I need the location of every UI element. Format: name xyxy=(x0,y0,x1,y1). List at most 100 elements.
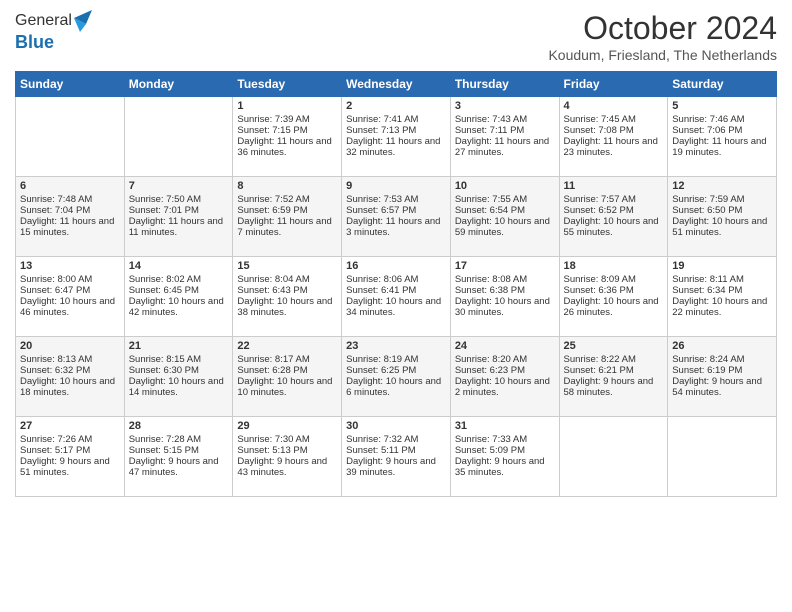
header-friday: Friday xyxy=(559,72,668,97)
cell-4-4: 31 Sunrise: 7:33 AM Sunset: 5:09 PM Dayl… xyxy=(450,417,559,497)
cell-0-3: 2 Sunrise: 7:41 AM Sunset: 7:13 PM Dayli… xyxy=(342,97,451,177)
sunset-text: Sunset: 6:30 PM xyxy=(129,365,199,376)
sunset-text: Sunset: 6:59 PM xyxy=(237,205,307,216)
daylight-text: Daylight: 10 hours and 59 minutes. xyxy=(455,216,550,238)
sunset-text: Sunset: 5:09 PM xyxy=(455,445,525,456)
day-number: 13 xyxy=(20,260,120,272)
sunset-text: Sunset: 7:13 PM xyxy=(346,125,416,136)
sunset-text: Sunset: 7:01 PM xyxy=(129,205,199,216)
daylight-text: Daylight: 10 hours and 14 minutes. xyxy=(129,376,224,398)
cell-3-3: 23 Sunrise: 8:19 AM Sunset: 6:25 PM Dayl… xyxy=(342,337,451,417)
sunrise-text: Sunrise: 7:52 AM xyxy=(237,194,309,205)
daylight-text: Daylight: 11 hours and 3 minutes. xyxy=(346,216,440,238)
logo-blue-text: Blue xyxy=(15,32,92,53)
day-number: 19 xyxy=(672,260,772,272)
daylight-text: Daylight: 11 hours and 23 minutes. xyxy=(564,136,658,158)
daylight-text: Daylight: 10 hours and 10 minutes. xyxy=(237,376,332,398)
sunrise-text: Sunrise: 7:30 AM xyxy=(237,434,309,445)
daylight-text: Daylight: 11 hours and 32 minutes. xyxy=(346,136,440,158)
sunrise-text: Sunrise: 7:39 AM xyxy=(237,114,309,125)
page: General Blue October 2024 Koudum, Friesl… xyxy=(0,0,792,612)
sunset-text: Sunset: 6:36 PM xyxy=(564,285,634,296)
day-number: 29 xyxy=(237,420,337,432)
day-number: 26 xyxy=(672,340,772,352)
daylight-text: Daylight: 11 hours and 36 minutes. xyxy=(237,136,331,158)
sunset-text: Sunset: 7:11 PM xyxy=(455,125,525,136)
daylight-text: Daylight: 11 hours and 27 minutes. xyxy=(455,136,549,158)
day-number: 24 xyxy=(455,340,555,352)
sunset-text: Sunset: 6:25 PM xyxy=(346,365,416,376)
cell-4-6 xyxy=(668,417,777,497)
sunrise-text: Sunrise: 8:22 AM xyxy=(564,354,636,365)
sunset-text: Sunset: 6:19 PM xyxy=(672,365,742,376)
daylight-text: Daylight: 9 hours and 51 minutes. xyxy=(20,456,110,478)
day-number: 28 xyxy=(129,420,229,432)
daylight-text: Daylight: 10 hours and 22 minutes. xyxy=(672,296,767,318)
sunset-text: Sunset: 5:11 PM xyxy=(346,445,416,456)
sunrise-text: Sunrise: 7:48 AM xyxy=(20,194,92,205)
daylight-text: Daylight: 10 hours and 26 minutes. xyxy=(564,296,659,318)
cell-1-3: 9 Sunrise: 7:53 AM Sunset: 6:57 PM Dayli… xyxy=(342,177,451,257)
cell-4-1: 28 Sunrise: 7:28 AM Sunset: 5:15 PM Dayl… xyxy=(124,417,233,497)
sunrise-text: Sunrise: 8:11 AM xyxy=(672,274,744,285)
day-number: 27 xyxy=(20,420,120,432)
sunrise-text: Sunrise: 7:55 AM xyxy=(455,194,527,205)
cell-2-2: 15 Sunrise: 8:04 AM Sunset: 6:43 PM Dayl… xyxy=(233,257,342,337)
sunset-text: Sunset: 7:04 PM xyxy=(20,205,90,216)
sunrise-text: Sunrise: 8:02 AM xyxy=(129,274,201,285)
cell-4-2: 29 Sunrise: 7:30 AM Sunset: 5:13 PM Dayl… xyxy=(233,417,342,497)
sunset-text: Sunset: 6:21 PM xyxy=(564,365,634,376)
sunrise-text: Sunrise: 7:28 AM xyxy=(129,434,201,445)
header-tuesday: Tuesday xyxy=(233,72,342,97)
sunrise-text: Sunrise: 7:26 AM xyxy=(20,434,92,445)
sunset-text: Sunset: 7:15 PM xyxy=(237,125,307,136)
day-number: 12 xyxy=(672,180,772,192)
day-number: 30 xyxy=(346,420,446,432)
daylight-text: Daylight: 10 hours and 6 minutes. xyxy=(346,376,441,398)
sunrise-text: Sunrise: 7:59 AM xyxy=(672,194,744,205)
logo-general-text: General xyxy=(15,12,72,30)
day-number: 18 xyxy=(564,260,664,272)
cell-1-1: 7 Sunrise: 7:50 AM Sunset: 7:01 PM Dayli… xyxy=(124,177,233,257)
week-row-2: 6 Sunrise: 7:48 AM Sunset: 7:04 PM Dayli… xyxy=(16,177,777,257)
sunrise-text: Sunrise: 8:17 AM xyxy=(237,354,309,365)
daylight-text: Daylight: 11 hours and 7 minutes. xyxy=(237,216,331,238)
cell-3-6: 26 Sunrise: 8:24 AM Sunset: 6:19 PM Dayl… xyxy=(668,337,777,417)
sunset-text: Sunset: 6:28 PM xyxy=(237,365,307,376)
sunset-text: Sunset: 6:52 PM xyxy=(564,205,634,216)
month-title: October 2024 xyxy=(548,10,777,47)
cell-4-3: 30 Sunrise: 7:32 AM Sunset: 5:11 PM Dayl… xyxy=(342,417,451,497)
sunset-text: Sunset: 6:50 PM xyxy=(672,205,742,216)
daylight-text: Daylight: 10 hours and 2 minutes. xyxy=(455,376,550,398)
daylight-text: Daylight: 10 hours and 55 minutes. xyxy=(564,216,659,238)
calendar-table: Sunday Monday Tuesday Wednesday Thursday… xyxy=(15,71,777,497)
week-row-3: 13 Sunrise: 8:00 AM Sunset: 6:47 PM Dayl… xyxy=(16,257,777,337)
daylight-text: Daylight: 10 hours and 30 minutes. xyxy=(455,296,550,318)
cell-1-4: 10 Sunrise: 7:55 AM Sunset: 6:54 PM Dayl… xyxy=(450,177,559,257)
sunrise-text: Sunrise: 7:33 AM xyxy=(455,434,527,445)
cell-2-6: 19 Sunrise: 8:11 AM Sunset: 6:34 PM Dayl… xyxy=(668,257,777,337)
sunrise-text: Sunrise: 7:53 AM xyxy=(346,194,418,205)
cell-2-1: 14 Sunrise: 8:02 AM Sunset: 6:45 PM Dayl… xyxy=(124,257,233,337)
cell-1-0: 6 Sunrise: 7:48 AM Sunset: 7:04 PM Dayli… xyxy=(16,177,125,257)
sunrise-text: Sunrise: 8:06 AM xyxy=(346,274,418,285)
day-number: 4 xyxy=(564,100,664,112)
header-wednesday: Wednesday xyxy=(342,72,451,97)
sunset-text: Sunset: 7:08 PM xyxy=(564,125,634,136)
daylight-text: Daylight: 10 hours and 51 minutes. xyxy=(672,216,767,238)
daylight-text: Daylight: 9 hours and 43 minutes. xyxy=(237,456,327,478)
sunrise-text: Sunrise: 7:57 AM xyxy=(564,194,636,205)
day-number: 7 xyxy=(129,180,229,192)
cell-3-0: 20 Sunrise: 8:13 AM Sunset: 6:32 PM Dayl… xyxy=(16,337,125,417)
sunrise-text: Sunrise: 8:19 AM xyxy=(346,354,418,365)
sunset-text: Sunset: 6:45 PM xyxy=(129,285,199,296)
sunset-text: Sunset: 6:38 PM xyxy=(455,285,525,296)
sunrise-text: Sunrise: 7:50 AM xyxy=(129,194,201,205)
day-number: 15 xyxy=(237,260,337,272)
daylight-text: Daylight: 10 hours and 34 minutes. xyxy=(346,296,441,318)
title-block: October 2024 Koudum, Friesland, The Neth… xyxy=(548,10,777,63)
cell-2-4: 17 Sunrise: 8:08 AM Sunset: 6:38 PM Dayl… xyxy=(450,257,559,337)
day-number: 20 xyxy=(20,340,120,352)
day-number: 22 xyxy=(237,340,337,352)
sunset-text: Sunset: 5:15 PM xyxy=(129,445,199,456)
